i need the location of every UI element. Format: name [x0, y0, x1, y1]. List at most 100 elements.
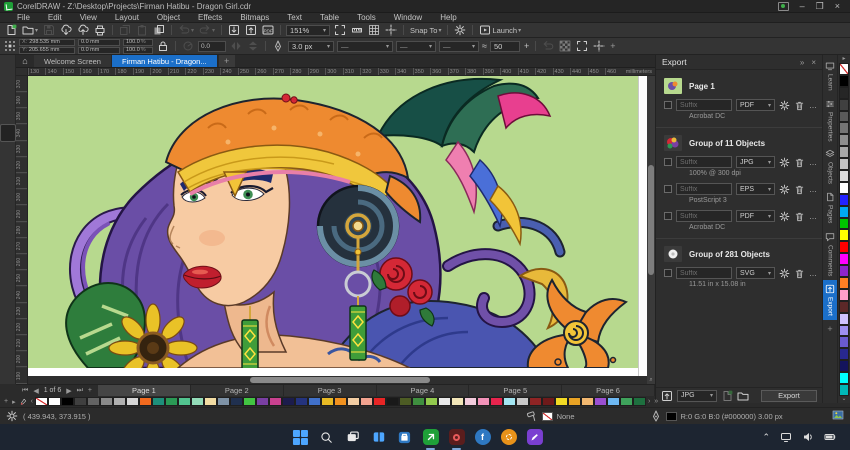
export-item-checkbox[interactable] [664, 185, 672, 193]
cloud-save-button[interactable] [76, 24, 90, 36]
line-tool[interactable] [1, 227, 15, 243]
menu-edit[interactable]: Edit [39, 13, 71, 22]
color-swatch[interactable] [515, 397, 529, 406]
color-swatch[interactable] [47, 397, 61, 406]
pick-tool[interactable] [1, 57, 15, 73]
menu-tools[interactable]: Tools [348, 13, 385, 22]
speaker-tray-icon[interactable] [802, 431, 814, 443]
color-swatch[interactable] [839, 205, 849, 218]
color-swatch[interactable] [60, 397, 74, 406]
palette-expand-arrow[interactable]: » [652, 398, 660, 405]
docker-tab-learn[interactable]: Learn [823, 57, 838, 95]
docker-tab-objects[interactable]: Objects [823, 145, 838, 188]
color-swatch[interactable] [294, 397, 308, 406]
scale-x-field[interactable]: 100.0% [123, 38, 153, 46]
export-more-options[interactable]: … [809, 212, 818, 221]
color-swatch[interactable] [839, 98, 849, 111]
zoom-level-select[interactable]: 151% ▾ [286, 24, 331, 36]
smoothing-field[interactable]: 50 [489, 40, 520, 52]
taskbar-pen-app-button[interactable] [526, 429, 543, 446]
color-swatch[interactable] [606, 397, 620, 406]
export-action-button[interactable]: Export [761, 389, 817, 402]
export-destination-folder-icon[interactable] [737, 390, 749, 402]
redo-button[interactable]: ▾ [198, 24, 216, 36]
color-swatch[interactable] [268, 397, 282, 406]
palette-eyedropper-icon[interactable] [18, 396, 29, 407]
color-swatch[interactable] [839, 312, 849, 325]
color-swatch[interactable] [320, 397, 334, 406]
color-swatch[interactable] [839, 277, 849, 289]
menu-layout[interactable]: Layout [106, 13, 148, 22]
menu-window[interactable]: Window [385, 13, 431, 22]
export-more-options[interactable]: … [809, 101, 818, 110]
color-swatch[interactable] [242, 397, 256, 406]
mirror-horizontal-button[interactable] [229, 40, 243, 52]
border-settings-button[interactable] [575, 40, 589, 52]
export-suffix-input[interactable] [676, 267, 732, 279]
lock-ratio-button[interactable] [156, 40, 170, 52]
menu-view[interactable]: View [71, 13, 106, 22]
color-swatch[interactable] [839, 229, 849, 242]
smoothing-increase-button[interactable]: + [523, 41, 530, 51]
color-swatch[interactable] [839, 324, 849, 337]
export-settings-gear-icon[interactable] [779, 157, 790, 168]
object-y-field[interactable]: Y: 205.655 mm [19, 46, 75, 54]
color-swatch[interactable] [839, 253, 849, 266]
page-tab[interactable]: Page 6 [562, 385, 655, 396]
hidden-icons-chevron[interactable]: ⌃ [762, 432, 770, 443]
color-swatch[interactable] [177, 397, 191, 406]
color-swatch[interactable] [372, 397, 386, 406]
export-suffix-input[interactable] [676, 156, 732, 168]
color-swatch[interactable] [463, 397, 477, 406]
color-swatch[interactable] [333, 397, 347, 406]
color-swatch[interactable] [86, 397, 100, 406]
menu-text[interactable]: Text [278, 13, 311, 22]
next-page-button[interactable]: ▶ [66, 387, 71, 395]
export-settings-gear-icon[interactable] [779, 211, 790, 222]
page-tab[interactable]: Page 1 [98, 385, 191, 396]
taskbar-start-button[interactable] [292, 429, 309, 446]
display-tray-icon[interactable] [780, 431, 792, 443]
canvas-viewport[interactable]: ⌕ [28, 76, 655, 384]
show-grid-button[interactable] [367, 24, 381, 36]
previous-page-button[interactable]: ◀ [33, 387, 38, 395]
color-swatch-none[interactable] [839, 63, 849, 75]
ellipse-tool[interactable] [1, 176, 15, 192]
export-format-select[interactable]: PDF ▾ [736, 210, 775, 222]
horizontal-scrollbar-thumb[interactable] [250, 377, 430, 383]
color-swatch[interactable] [839, 300, 849, 313]
account-icon[interactable] [777, 1, 789, 11]
color-swatch[interactable] [359, 397, 373, 406]
export-suffix-input[interactable] [676, 210, 732, 222]
reduce-nodes-button[interactable] [558, 40, 572, 52]
duplicate-button[interactable] [152, 24, 166, 36]
save-button[interactable] [42, 24, 56, 36]
color-swatch[interactable] [411, 397, 425, 406]
docker-tab-properties[interactable]: Properties [823, 95, 838, 146]
color-swatch[interactable] [839, 146, 849, 159]
color-swatch[interactable] [216, 397, 230, 406]
color-swatch[interactable] [424, 397, 438, 406]
color-swatch[interactable] [839, 265, 849, 278]
show-rulers-button[interactable] [350, 24, 364, 36]
artistic-media-tool[interactable] [1, 142, 15, 158]
text-tool[interactable]: A [1, 210, 15, 226]
new-document-button[interactable] [4, 24, 18, 36]
color-swatch[interactable] [632, 397, 646, 406]
color-swatch[interactable] [839, 372, 849, 385]
color-swatch[interactable] [281, 397, 295, 406]
rotation-angle-field[interactable]: 0.0 [198, 40, 226, 52]
add-property-button[interactable]: + [609, 41, 616, 51]
end-arrowhead-select[interactable]: — ▾ [439, 40, 479, 52]
object-height-field[interactable]: 0.0 mm [78, 46, 120, 54]
docker-tab-export[interactable]: Export [822, 280, 838, 320]
show-guides-button[interactable] [384, 24, 398, 36]
export-item-checkbox[interactable] [664, 101, 672, 109]
export-new-preset-icon[interactable] [721, 390, 733, 402]
color-swatch[interactable] [839, 170, 849, 182]
home-tab-button[interactable]: ⌂ [16, 55, 34, 67]
copy-button[interactable] [118, 24, 132, 36]
color-swatch[interactable] [151, 397, 165, 406]
color-swatch[interactable] [593, 397, 607, 406]
close-curve-button[interactable] [541, 40, 555, 52]
